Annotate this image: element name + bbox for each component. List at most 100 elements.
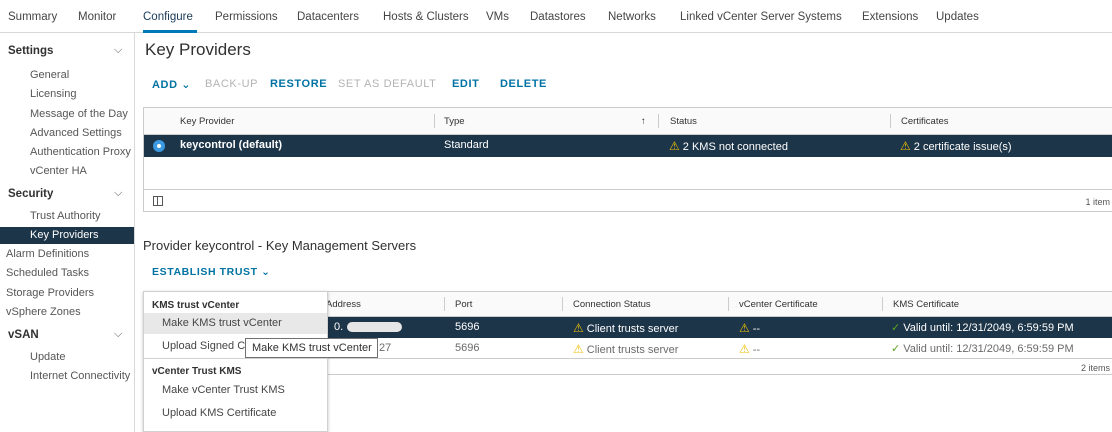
warning-icon: ⚠ [573, 342, 584, 356]
active-tab-indicator [143, 30, 197, 33]
tab-updates[interactable]: Updates [936, 11, 979, 23]
chevron-down-icon[interactable]: ⌵ [114, 328, 122, 341]
establish-trust-button[interactable]: ESTABLISH TRUST ⌄ [152, 266, 271, 278]
upload-kms-certificate-item[interactable]: Upload KMS Certificate [144, 403, 327, 424]
cell-port: 5696 [455, 342, 480, 354]
tab-datastores[interactable]: Datastores [530, 11, 586, 23]
tab-linked-vcenter[interactable]: Linked vCenter Server Systems [680, 11, 842, 23]
sidebar-item-authentication-proxy[interactable]: Authentication Proxy [30, 146, 131, 158]
sidebar-group-settings[interactable]: Settings [8, 45, 53, 57]
add-button-label: ADD [152, 79, 178, 91]
cell-kms-certificate[interactable]: ✓ Valid until: 12/31/2049, 6:59:59 PM [891, 321, 1074, 334]
tab-hosts-clusters[interactable]: Hosts & Clusters [383, 11, 469, 23]
make-kms-trust-vcenter-item[interactable]: Make KMS trust vCenter [144, 313, 327, 334]
cell-kms-certificate[interactable]: ✓ Valid until: 12/31/2049, 6:59:59 PM [891, 342, 1074, 355]
sidebar-item-vsphere-zones[interactable]: vSphere Zones [6, 306, 81, 318]
tab-monitor[interactable]: Monitor [78, 11, 116, 23]
column-header-address[interactable]: Address [326, 299, 361, 310]
cell-type: Standard [444, 139, 489, 151]
sidebar-item-alarm-definitions[interactable]: Alarm Definitions [6, 248, 89, 260]
check-circle-icon: ✓ [891, 343, 901, 355]
warning-icon: ⚠ [669, 139, 680, 153]
sidebar-group-security[interactable]: Security [8, 188, 53, 200]
sidebar-group-vsan[interactable]: vSAN [8, 329, 39, 341]
row-radio-selected-icon[interactable] [153, 140, 165, 152]
item-count: 2 items [1080, 363, 1110, 373]
sidebar-item-scheduled-tasks[interactable]: Scheduled Tasks [6, 267, 89, 279]
vcenter-cert-text: -- [752, 323, 761, 335]
chevron-down-icon[interactable]: ⌵ [114, 187, 122, 200]
cell-connection-status: ⚠ Client trusts server [573, 321, 678, 335]
page-title: Key Providers [145, 40, 251, 59]
add-button[interactable]: ADD ⌄ [152, 78, 191, 91]
tab-extensions[interactable]: Extensions [862, 11, 918, 23]
column-header-status[interactable]: Status [670, 116, 697, 127]
sidebar-item-general[interactable]: General [30, 69, 69, 81]
grid-header: Key Provider Type ↑ Status Certificates [144, 108, 1112, 135]
kms-section-title: Provider keycontrol - Key Management Ser… [143, 238, 417, 253]
address-text: 0. [334, 321, 344, 333]
sidebar-item-update[interactable]: Update [30, 351, 65, 363]
make-vcenter-trust-kms-item[interactable]: Make vCenter Trust KMS [144, 380, 327, 401]
column-header-key-provider[interactable]: Key Provider [180, 116, 234, 127]
establish-trust-label: ESTABLISH TRUST [152, 266, 258, 278]
warning-icon: ⚠ [739, 342, 750, 356]
column-separator [890, 114, 891, 128]
tab-vms[interactable]: VMs [486, 11, 509, 23]
dropdown-divider [144, 358, 327, 359]
column-header-certificates[interactable]: Certificates [901, 116, 949, 127]
column-toggle-icon[interactable] [153, 196, 163, 206]
chevron-down-icon[interactable]: ⌵ [114, 44, 122, 57]
column-header-vcenter-certificate[interactable]: vCenter Certificate [739, 299, 818, 310]
set-as-default-button[interactable]: SET AS DEFAULT [338, 78, 436, 90]
warning-icon: ⚠ [900, 139, 911, 153]
kms-cert-text: Valid until: 12/31/2049, 6:59:59 PM [903, 322, 1074, 334]
cell-certificates[interactable]: ⚠ 2 certificate issue(s) [900, 139, 1012, 153]
sidebar-item-storage-providers[interactable]: Storage Providers [6, 287, 94, 299]
sidebar-item-licensing[interactable]: Licensing [30, 88, 76, 100]
column-header-connection-status[interactable]: Connection Status [573, 299, 651, 310]
delete-button[interactable]: DELETE [500, 78, 547, 90]
column-separator [728, 297, 729, 311]
column-header-port[interactable]: Port [455, 299, 472, 310]
establish-trust-dropdown: KMS trust vCenter Make KMS trust vCenter… [143, 291, 328, 432]
cell-vcenter-certificate[interactable]: ⚠ -- [739, 321, 760, 335]
tab-summary[interactable]: Summary [8, 11, 57, 23]
column-header-kms-certificate[interactable]: KMS Certificate [893, 299, 959, 310]
redacted-address [347, 322, 403, 333]
sidebar-item-key-providers[interactable]: Key Providers [30, 229, 98, 241]
back-up-button[interactable]: BACK-UP [205, 78, 258, 90]
warning-icon: ⚠ [573, 321, 584, 335]
sidebar-item-advanced-settings[interactable]: Advanced Settings [30, 127, 122, 139]
sidebar-item-vcenter-ha[interactable]: vCenter HA [30, 165, 87, 177]
cell-key-provider: keycontrol (default) [180, 139, 283, 151]
sidebar-item-internet-connectivity[interactable]: Internet Connectivity [30, 370, 130, 382]
cell-vcenter-certificate[interactable]: ⚠ -- [739, 342, 760, 356]
connection-status-text: Client trusts server [586, 344, 679, 356]
sidebar-item-message-of-the-day[interactable]: Message of the Day [30, 108, 128, 120]
cell-status: ⚠ 2 KMS not connected [669, 139, 788, 153]
cell-address: 27 [379, 342, 392, 354]
connection-status-text: Client trusts server [586, 323, 679, 335]
sort-ascending-icon[interactable]: ↑ [641, 116, 646, 127]
dropdown-header-vcenter-trust-kms: vCenter Trust KMS [152, 366, 242, 377]
key-providers-grid: Key Provider Type ↑ Status Certificates … [143, 107, 1112, 212]
check-circle-icon: ✓ [891, 322, 901, 334]
status-text: 2 KMS not connected [682, 141, 788, 153]
table-row[interactable]: keycontrol (default) Standard ⚠ 2 KMS not… [144, 135, 1112, 157]
tab-networks[interactable]: Networks [608, 11, 656, 23]
tab-permissions[interactable]: Permissions [215, 11, 278, 23]
column-separator [882, 297, 883, 311]
settings-sidebar: Settings ⌵ General Licensing Message of … [0, 33, 135, 432]
certificates-text: 2 certificate issue(s) [913, 141, 1012, 153]
tab-configure[interactable]: Configure [143, 11, 193, 23]
restore-button[interactable]: RESTORE [270, 78, 327, 90]
warning-icon: ⚠ [739, 321, 750, 335]
kms-cert-text: Valid until: 12/31/2049, 6:59:59 PM [903, 343, 1074, 355]
tab-datacenters[interactable]: Datacenters [297, 11, 359, 23]
sidebar-item-trust-authority[interactable]: Trust Authority [30, 210, 101, 222]
tooltip: Make KMS trust vCenter [245, 338, 378, 358]
column-separator [444, 297, 445, 311]
edit-button[interactable]: EDIT [452, 78, 479, 90]
column-header-type[interactable]: Type [444, 116, 465, 127]
